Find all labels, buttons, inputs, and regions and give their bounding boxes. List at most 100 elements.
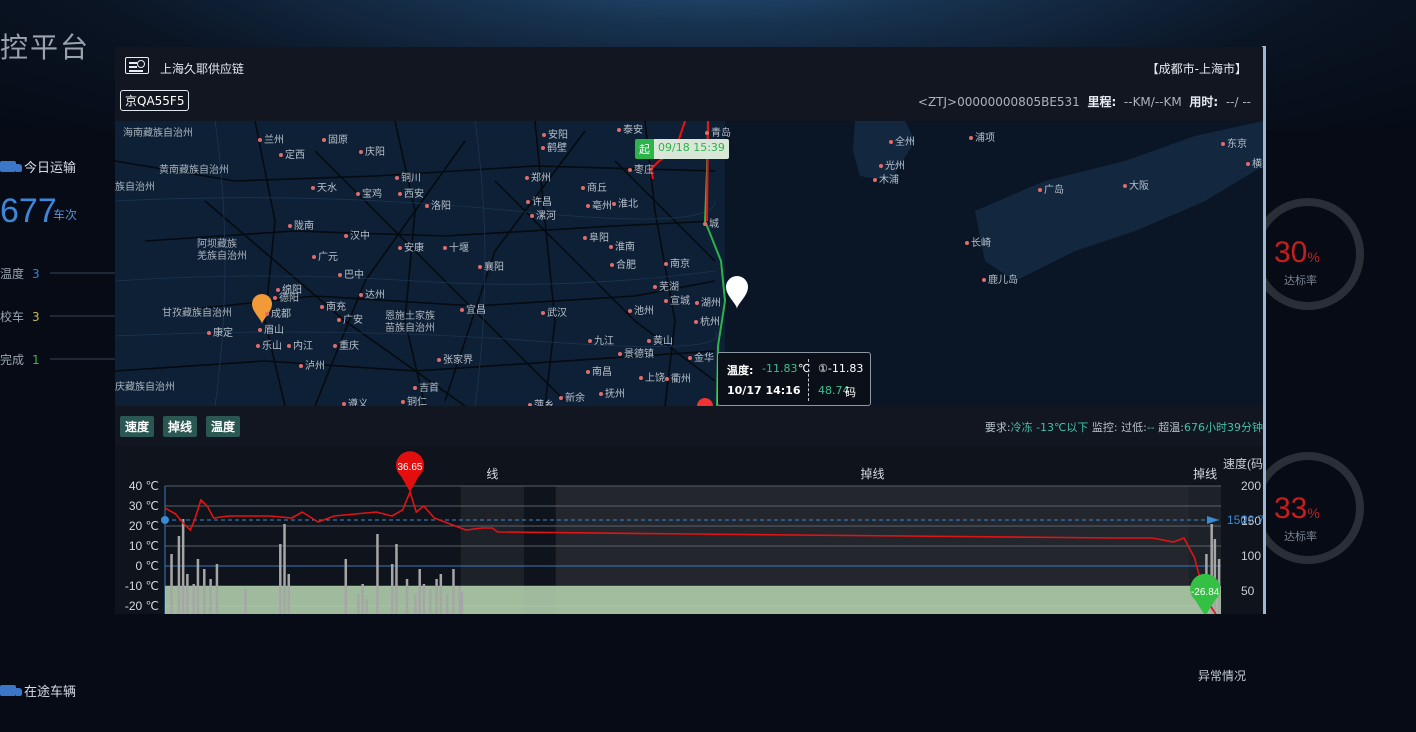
map-city-label: 重庆 [333, 337, 359, 352]
map-city-label: 襄阳 [478, 258, 504, 273]
speed-bar [170, 554, 173, 614]
map-city-label: 铜川 [395, 169, 421, 184]
map-city-label: 西安 [398, 185, 424, 200]
map-city-label: 浦项 [969, 129, 995, 144]
requirement-text: 要求:冷冻 -13℃以下 监控: 过低:-- 超温:676小时39分钟 [984, 421, 1263, 434]
map-city-label: 城 [703, 215, 719, 230]
divider [50, 358, 115, 360]
map-city-label: 亳州 [586, 197, 612, 212]
map-city-label: 德阳 [273, 289, 299, 304]
map-city-label: 吉首 [413, 379, 439, 394]
today-transport-unit: 车次 [53, 208, 78, 222]
map-city-label: 东京 [1221, 135, 1247, 150]
temperature-speed-chart[interactable]: 线 掉线 掉线 40 ℃ 30 ℃ 20 ℃ 10 ℃ 0 ℃ -10 ℃ -20 ℃ 速度(码) 2… [115, 446, 1263, 614]
map-city-label: 淮北 [612, 195, 638, 210]
truck-icon [0, 685, 22, 696]
map-city-label: 大阪 [1123, 177, 1149, 192]
map-city-label: 汉中 [344, 227, 370, 242]
y-axis-right-tick-label: 100 [1241, 549, 1261, 563]
speed-bar [376, 534, 379, 614]
abnormal-label: 异常情况 [1198, 669, 1247, 683]
map-city-label: 九江 [588, 332, 614, 347]
map-city-label: 枣庄 [628, 161, 654, 176]
chart-svg: 线 掉线 掉线 40 ℃ 30 ℃ 20 ℃ 10 ℃ 0 ℃ -10 ℃ -20 ℃ 速度(码) 2… [125, 451, 1263, 614]
map-city-label: 宝鸡 [356, 185, 382, 200]
speed-bar [344, 559, 348, 614]
map-city-label: 泸州 [299, 357, 325, 372]
map-city-label: 乐山 [256, 337, 282, 352]
map-city-label: 眉山 [258, 321, 284, 336]
device-id: <ZTJ>00000000805BE531 [917, 95, 1080, 109]
vehicle-track-dialog: 上海久耶供应链 【成都市-上海市】 京QA55F5 <ZTJ>000000008… [115, 47, 1263, 614]
speed-bar [414, 594, 417, 614]
y-axis-right-title: 速度(码) [1223, 456, 1263, 471]
map-city-label: 金华 [688, 349, 714, 364]
offline-band-label: 掉线 [861, 467, 885, 481]
map-city-label: 上饶 [639, 369, 665, 384]
map-city-label: 景德镇 [618, 345, 654, 360]
map-region-label: 海南藏族自治州 [123, 128, 193, 139]
map-city-label: 安康 [398, 239, 424, 254]
map-region-label: 族自治州 [115, 182, 155, 193]
y-axis-right-tick-label: 200 [1241, 479, 1261, 493]
duration-value: --/ -- [1225, 95, 1251, 109]
map-city-label: 全州 [889, 133, 915, 148]
map-region-label: 黄南藏族自治州 [159, 165, 229, 176]
map-city-label: 内江 [287, 337, 313, 352]
speed-bar [177, 536, 181, 614]
right-stats-panel: 30% 达标率 33% 达标率 [1252, 130, 1416, 732]
y-axis-tick-label: 10 ℃ [129, 539, 159, 553]
map-city-label: 商丘 [581, 179, 607, 194]
map-city-label: 固原 [322, 131, 348, 146]
map-city-label: 衢州 [665, 370, 691, 385]
map-region-label: 庆藏族自治州 [115, 382, 175, 393]
rate-value: 30% [1274, 236, 1320, 269]
map-city-label: 黄山 [647, 332, 673, 347]
id-card-icon [125, 57, 149, 74]
threshold-value-2: 22.79 [1241, 513, 1263, 527]
max-temp-value: 36.65 [397, 462, 422, 473]
speed-bar [196, 559, 200, 614]
dialog-header: 上海久耶供应链 【成都市-上海市】 [115, 47, 1263, 87]
start-marker[interactable]: 起 09/18 15:39 [635, 139, 729, 159]
rate-value: 33% [1274, 492, 1320, 525]
track-map[interactable]: 兰州 定西 固原 庆阳 铜川 天水 宝鸡 西安 陇南 汉中 安康 十堰 广元 巴中 绵阳 达州 德阳 南充 成都 广安… [115, 121, 1263, 406]
in-transit-label: 在途车辆 [24, 685, 77, 700]
map-city-label: 康定 [207, 324, 233, 339]
map-city-label: 池州 [628, 302, 654, 317]
map-city-label: 天水 [311, 179, 337, 194]
map-city-label: 铜仁 [401, 393, 427, 406]
speed-bar [395, 544, 398, 614]
min-temp-value: -26.84 [1191, 587, 1220, 598]
y-axis-tick-label: 20 ℃ [129, 519, 159, 533]
map-city-label: 阜阳 [583, 229, 609, 244]
map-city-label: 湖州 [695, 294, 721, 309]
map-city-label: 达州 [359, 286, 385, 301]
y-axis-right-tick-label: 50 [1241, 584, 1255, 598]
mileage-value: --KM/--KM [1123, 95, 1182, 109]
map-city-label: 广安 [337, 311, 363, 326]
speed-bar [405, 579, 409, 614]
divider [50, 315, 115, 317]
tab-offline[interactable]: 掉线 [163, 416, 198, 437]
speed-bar [203, 569, 206, 614]
map-tooltip: 温度: -11.83 ℃ ①-11.83 10/17 14:16 48.74 码 [717, 352, 871, 406]
speed-bar [460, 592, 464, 614]
map-city-label: 十堰 [443, 239, 469, 254]
speed-bar [287, 574, 290, 614]
rate-label: 达标率 [1284, 530, 1317, 543]
map-city-label: 武汉 [541, 304, 567, 319]
tab-speed[interactable]: 速度 [120, 416, 155, 437]
plate-badge: 京QA55F5 [120, 90, 190, 111]
speed-bar [445, 594, 449, 614]
map-city-label: 南昌 [586, 363, 612, 378]
map-city-label: 萍乡 [528, 396, 554, 406]
map-city-label: 宣城 [664, 292, 690, 307]
tab-temperature[interactable]: 温度 [206, 416, 241, 437]
map-city-label: 鹤壁 [541, 139, 567, 154]
map-city-label: 泰安 [617, 121, 643, 136]
map-city-label: 郑州 [525, 169, 551, 184]
map-city-label: 芜湖 [653, 278, 679, 293]
map-city-label: 横须 [1246, 155, 1263, 170]
truck-icon [0, 161, 22, 172]
